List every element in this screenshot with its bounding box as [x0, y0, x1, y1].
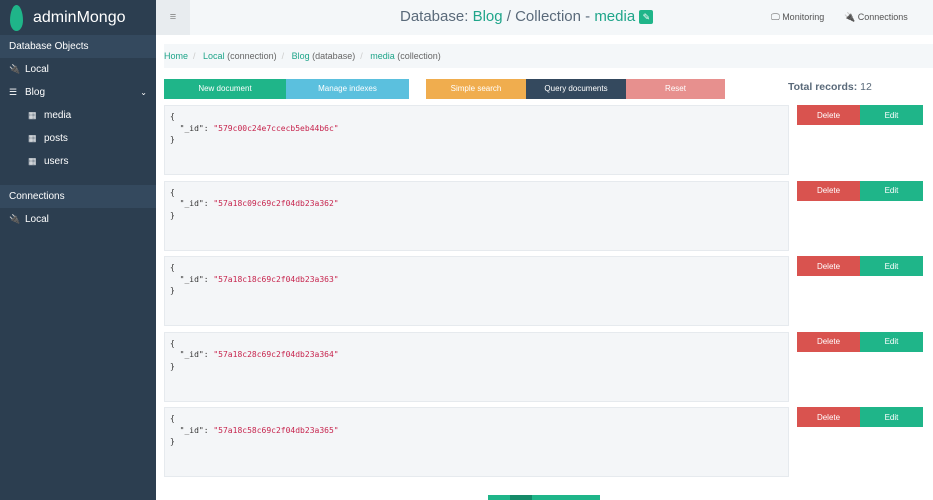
plug-icon: 🔌: [844, 12, 858, 22]
id-key: "_id":: [170, 123, 214, 133]
label: Blog: [25, 87, 46, 98]
plug-icon: 🔌: [9, 64, 21, 74]
id-value: "57a18c28c69c2f04db23a364": [213, 350, 339, 359]
title-mid: / Collection -: [506, 8, 591, 25]
crumb-media[interactable]: media: [370, 51, 395, 61]
crumb-blog[interactable]: Blog: [292, 51, 310, 61]
brace: }: [170, 135, 175, 144]
id-key: "_id":: [170, 274, 214, 284]
brace: }: [170, 437, 175, 446]
id-value: "57a18c18c69c2f04db23a363": [213, 274, 339, 284]
document-card[interactable]: { "_id": "579c00c24e7ccecb5eb44b6c" }: [164, 105, 789, 175]
id-key: "_id":: [170, 199, 214, 208]
id-value: "57a18c09c69c2f04db23a362": [213, 199, 339, 208]
delete-button[interactable]: Delete: [797, 256, 860, 276]
top-bar: ≡ Database: Blog / Collection - media ✎ …: [156, 0, 933, 35]
edit-pencil-icon[interactable]: ✎: [639, 10, 654, 24]
new-document-button[interactable]: New document: [164, 79, 286, 99]
document-card[interactable]: { "_id": "57a18c09c69c2f04db23a362" }: [164, 180, 789, 251]
section-database-objects: Database Objects: [0, 35, 156, 58]
label: Connections: [857, 12, 908, 22]
crumb-type: (collection): [397, 51, 441, 61]
mongo-leaf-icon: [10, 4, 23, 31]
id-key: "_id":: [170, 425, 214, 435]
table-icon: ▦: [28, 156, 37, 166]
query-documents-button[interactable]: Query documents: [526, 79, 626, 99]
brace: }: [170, 361, 175, 371]
sidebar-item-local[interactable]: 🔌 Local: [0, 58, 156, 81]
sidebar-item-media[interactable]: ▦ media: [0, 104, 156, 127]
crumb-local[interactable]: Local: [203, 51, 225, 61]
crumb-home[interactable]: Home: [164, 51, 188, 61]
label: Local: [25, 64, 49, 75]
label: Monitoring: [782, 12, 825, 22]
sidebar-item-users[interactable]: ▦ users: [0, 150, 156, 173]
table-icon: ▦: [28, 133, 37, 143]
connections-link[interactable]: 🔌 Connections: [844, 12, 908, 23]
pagination[interactable]: [488, 495, 600, 500]
sidebar: adminMongo Database Objects 🔌 Local ☰ Blog…: [0, 0, 156, 500]
app-name: adminMongo: [33, 8, 126, 26]
crumb-type: (database): [312, 51, 356, 61]
edit-button[interactable]: Edit: [860, 105, 923, 125]
sidebar-item-posts[interactable]: ▦ posts: [0, 127, 156, 150]
section-connections: Connections: [0, 185, 156, 208]
id-value: "57a18c58c69c2f04db23a365": [213, 425, 339, 435]
edit-button[interactable]: Edit: [860, 256, 923, 276]
breadcrumb: Home / Local (connection) / Blog (database…: [164, 44, 933, 68]
document-actions: Delete Edit: [797, 105, 923, 125]
delete-button[interactable]: Delete: [797, 331, 860, 352]
document-card[interactable]: { "_id": "57a18c28c69c2f04db23a364" }: [164, 331, 789, 402]
title-db: Blog: [472, 8, 503, 25]
monitor-icon: 🖵: [771, 12, 783, 22]
brace: {: [170, 414, 175, 423]
crumb-type: (connection): [227, 51, 277, 61]
reset-button[interactable]: Reset: [626, 79, 725, 99]
manage-indexes-button[interactable]: Manage indexes: [286, 79, 409, 99]
delete-button[interactable]: Delete: [797, 407, 860, 427]
id-value: "579c00c24e7ccecb5eb44b6c": [213, 123, 339, 133]
monitoring-link[interactable]: 🖵 Monitoring: [771, 12, 824, 23]
menu-toggle-button[interactable]: ≡: [156, 0, 190, 35]
delete-button[interactable]: Delete: [797, 180, 860, 201]
app-logo[interactable]: adminMongo: [0, 0, 156, 35]
total-records: Total records: 12: [788, 81, 872, 93]
delete-button[interactable]: Delete: [797, 105, 860, 125]
brace: }: [170, 210, 175, 220]
brace: }: [170, 286, 175, 295]
document-actions: Delete Edit: [797, 256, 923, 276]
total-count: 12: [860, 81, 872, 93]
title-collection: media: [594, 8, 636, 25]
brace: {: [170, 338, 175, 348]
label: posts: [44, 133, 68, 144]
label: users: [44, 156, 69, 167]
sidebar-item-blog[interactable]: ☰ Blog ⌄: [0, 81, 156, 104]
database-icon: ☰: [9, 87, 18, 97]
plug-icon: 🔌: [9, 214, 21, 224]
pagination-active-page[interactable]: [510, 495, 532, 500]
brace: {: [170, 263, 175, 272]
document-actions: Delete Edit: [797, 180, 923, 201]
brace: {: [170, 187, 175, 197]
edit-button[interactable]: Edit: [860, 180, 923, 201]
brace: {: [170, 112, 175, 121]
label: Local: [25, 214, 49, 225]
table-icon: ▦: [28, 110, 37, 120]
document-actions: Delete Edit: [797, 407, 923, 427]
title-prefix: Database:: [400, 8, 469, 25]
sidebar-item-connection-local[interactable]: 🔌 Local: [0, 208, 156, 231]
simple-search-button[interactable]: Simple search: [426, 79, 526, 99]
label: media: [44, 110, 72, 121]
edit-button[interactable]: Edit: [860, 407, 923, 427]
document-card[interactable]: { "_id": "57a18c18c69c2f04db23a363" }: [164, 256, 789, 326]
edit-button[interactable]: Edit: [860, 331, 923, 352]
document-actions: Delete Edit: [797, 331, 923, 352]
document-card[interactable]: { "_id": "57a18c58c69c2f04db23a365" }: [164, 407, 789, 477]
id-key: "_id":: [170, 350, 214, 359]
total-label: Total records:: [788, 81, 858, 93]
page-title: Database: Blog / Collection - media ✎: [400, 8, 654, 25]
chevron-down-icon: ⌄: [140, 88, 147, 97]
